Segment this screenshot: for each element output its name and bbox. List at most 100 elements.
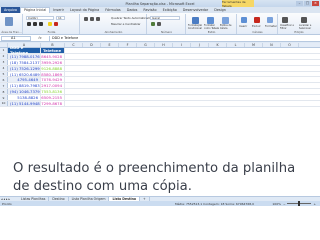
column-header[interactable]: O [281, 43, 299, 47]
column-header[interactable]: G [137, 43, 155, 47]
cell-ddd-telefone[interactable]: 5138-8826 [8, 95, 41, 100]
zoom-slider[interactable] [287, 201, 312, 206]
column-header[interactable]: C [65, 43, 83, 47]
cell-telefone[interactable]: 7076-9429 [41, 77, 65, 82]
underline-icon[interactable] [39, 22, 43, 26]
row-number[interactable]: 9 [0, 95, 8, 101]
bold-icon[interactable] [27, 22, 31, 26]
row-number[interactable]: 3 [0, 59, 8, 65]
column-header[interactable]: K [209, 43, 227, 47]
cell-ddd-telefone[interactable]: (11) 5144-9948 [8, 101, 41, 106]
format-label: Formatar [265, 25, 277, 28]
column-header[interactable]: F [119, 43, 137, 47]
excel-window: Planilha Separação.xlsx - Microsoft Exce… [0, 0, 320, 172]
cell-ddd-telefone[interactable]: 4795-4649 [8, 77, 41, 82]
align-top-icon[interactable] [84, 17, 88, 21]
tab-exibicao[interactable]: Exibição [160, 8, 180, 12]
maximize-button[interactable]: □ [304, 1, 311, 6]
zoom-slider-thumb[interactable] [298, 201, 301, 206]
status-summary: Média: 7552513,1 Contagem: 18 Soma: 6796… [175, 201, 255, 206]
group-clipboard-label: Área de Tran... [1, 30, 22, 34]
header-cell-ddd-telefone[interactable]: DDD e Telefone [8, 45, 41, 55]
cell-ddd-telefone[interactable]: (11) 6520-6489 [8, 72, 41, 77]
align-middle-icon[interactable] [90, 17, 94, 21]
row-number[interactable]: 7 [0, 83, 8, 89]
column-header[interactable]: M [245, 43, 263, 47]
column-header[interactable]: H [155, 43, 173, 47]
cell-ddd-telefone[interactable]: (11) 7526-1299 [8, 66, 41, 71]
cell-telefone[interactable]: 2917-0094 [41, 83, 65, 88]
group-number: Geral Número [148, 14, 186, 34]
format-table-icon[interactable] [207, 17, 214, 24]
row-number[interactable]: 5 [0, 71, 8, 77]
row-number[interactable]: 2 [0, 53, 8, 59]
column-header[interactable]: E [101, 43, 119, 47]
zoom-level[interactable]: 100% [272, 202, 281, 206]
column-header[interactable]: I [173, 43, 191, 47]
column-header[interactable]: B [41, 43, 65, 47]
group-alignment: Quebrar Texto Automaticamente Mesclar e … [81, 14, 157, 34]
status-bar: Pronto Média: 7552513,1 Contagem: 18 Som… [0, 201, 320, 206]
tab-design[interactable]: Design [211, 8, 229, 12]
cell-telefone[interactable]: 8645-9028 [41, 54, 65, 59]
worksheet-grid: A B C D E F G H I J K L M N O 1 DDD e Te… [0, 43, 320, 172]
paste-icon[interactable] [5, 17, 13, 26]
zoom-control: 100% − + [272, 201, 316, 206]
row-number[interactable]: 10 [0, 101, 8, 106]
cell-ddd-telefone[interactable]: (11) 7988-0176 [8, 54, 41, 59]
tab-desenvolvedor[interactable]: Desenvolvedor [180, 8, 211, 12]
cell-telefone[interactable]: 3959-2926 [41, 60, 65, 65]
ribbon: Área de Tran... Calibri 11 Fonte Quebrar… [0, 13, 320, 35]
column-header[interactable]: J [191, 43, 209, 47]
currency-icon[interactable] [151, 22, 155, 26]
sort-filter-icon[interactable] [282, 17, 288, 23]
select-all-corner[interactable] [0, 43, 8, 47]
format-icon[interactable] [267, 17, 273, 23]
column-header[interactable]: D [83, 43, 101, 47]
column-header[interactable]: L [227, 43, 245, 47]
column-header[interactable]: N [263, 43, 281, 47]
tab-revisao[interactable]: Revisão [140, 8, 159, 12]
group-cells-label: Células [252, 30, 263, 34]
cell-ddd-telefone[interactable]: (11) 8819-7983 [8, 83, 41, 88]
conditional-format-icon[interactable] [192, 17, 199, 24]
tab-formulas[interactable]: Fórmulas [102, 8, 123, 12]
formula-input[interactable]: DDD e Telefone [49, 35, 320, 41]
number-format-select[interactable]: Geral [150, 16, 180, 20]
merge-center-button[interactable]: Mesclar e Centralizar [111, 22, 141, 26]
row-number[interactable]: 1 [0, 48, 8, 53]
fx-icon[interactable]: fx [31, 36, 49, 40]
slide-caption: O resultado é o preenchimento da planilh… [13, 161, 296, 194]
cell-telefone[interactable]: 7553-8136 [41, 89, 65, 94]
percent-icon[interactable] [157, 22, 161, 26]
name-box[interactable]: A1 [1, 35, 31, 41]
row-number[interactable]: 8 [0, 89, 8, 95]
minimize-button[interactable]: – [296, 1, 303, 6]
delete-icon[interactable] [254, 17, 260, 23]
row-number[interactable]: 6 [0, 77, 8, 83]
cell-telefone[interactable]: 9126-8888 [41, 66, 65, 71]
cell-telefone[interactable]: 8580-1869 [41, 72, 65, 77]
tab-dados[interactable]: Dados [124, 8, 141, 12]
cell-ddd-telefone[interactable]: (18) 7584-2137 [8, 60, 41, 65]
font-size-select[interactable]: 11 [56, 16, 65, 20]
cell-styles-icon[interactable] [222, 17, 229, 24]
align-bottom-icon[interactable] [96, 17, 100, 21]
tab-layout[interactable]: Layout da Página [67, 8, 102, 12]
row-number[interactable]: 4 [0, 65, 8, 71]
font-name-select[interactable]: Calibri [26, 16, 54, 20]
fill-color-icon[interactable] [48, 22, 52, 26]
tab-inserir[interactable]: Inserir [50, 8, 67, 12]
insert-icon[interactable] [241, 17, 247, 23]
header-cell-telefone[interactable]: Telefone [41, 48, 65, 53]
cell-telefone[interactable]: 6509-2155 [41, 95, 65, 100]
cell-ddd-telefone[interactable]: (94) 1046-7379 [8, 89, 41, 94]
italic-icon[interactable] [33, 22, 37, 26]
zoom-out-icon[interactable]: − [283, 202, 286, 206]
font-color-icon[interactable] [54, 22, 58, 26]
cell-telefone[interactable]: 7299-8678 [41, 101, 65, 106]
group-styles-label: Estilo [207, 30, 216, 34]
find-select-icon[interactable] [301, 17, 307, 23]
zoom-in-icon[interactable]: + [313, 202, 316, 206]
close-button[interactable]: × [312, 1, 319, 6]
